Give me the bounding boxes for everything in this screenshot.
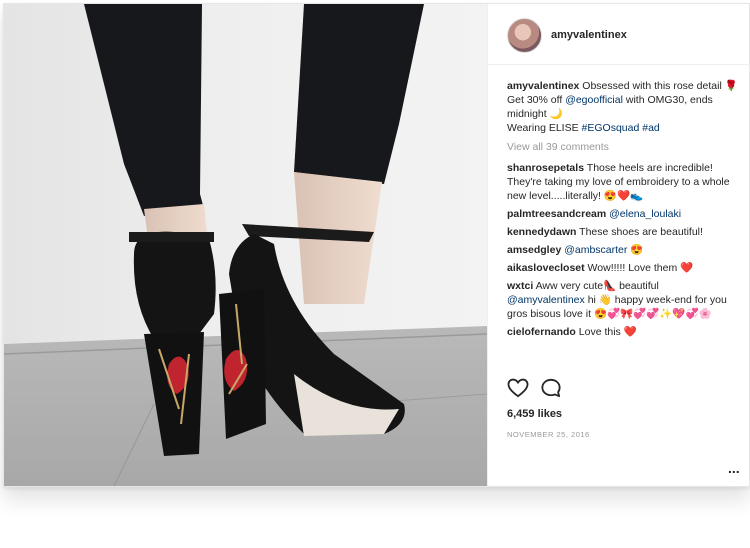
caption-hashtag-ad[interactable]: #ad (642, 122, 660, 134)
caption: amyvalentinex Obsessed with this rose de… (507, 79, 738, 135)
comment-text-after: 😍 (627, 244, 644, 256)
comments-section: amyvalentinex Obsessed with this rose de… (488, 65, 750, 339)
instagram-post-card: amyvalentinex amyvalentinex Obsessed wit… (3, 3, 750, 487)
comment-username[interactable]: wxtci (507, 280, 533, 292)
comment: aikaslovecloset Wow!!!!! Love them ❤️ (507, 261, 738, 275)
post-sidebar: amyvalentinex amyvalentinex Obsessed wit… (487, 4, 750, 486)
caption-text-3: Wearing ELISE (507, 122, 582, 134)
comment: wxtci Aww very cute👠 beautiful @amyvalen… (507, 279, 738, 321)
comment-username[interactable]: cielofernando (507, 326, 576, 338)
caption-hashtag-egosquad[interactable]: #EGOsquad (582, 122, 640, 134)
comment-text: Love this ❤️ (575, 326, 637, 338)
post-photo[interactable] (4, 4, 487, 486)
likes-count[interactable]: 6,459 likes (507, 408, 562, 420)
comment: amsedgley @ambscarter 😍 (507, 243, 738, 257)
comment-mention[interactable]: @amyvalentinex (507, 294, 585, 306)
caption-mention[interactable]: @egoofficial (565, 94, 623, 106)
comment-bubble-icon[interactable] (540, 378, 562, 398)
comment-mention[interactable]: @elena_loulaki (609, 208, 681, 220)
comment-username[interactable]: shanrosepetals (507, 162, 584, 174)
heels-photo-illustration (4, 4, 487, 486)
caption-username[interactable]: amyvalentinex (507, 80, 579, 92)
heart-icon[interactable] (507, 378, 529, 398)
comment-text: Wow!!!!! Love them ❤️ (584, 262, 694, 274)
comment: shanrosepetals Those heels are incredibl… (507, 161, 738, 203)
comment: cielofernando Love this ❤️ (507, 325, 738, 339)
comment-username[interactable]: aikaslovecloset (507, 262, 585, 274)
comment: kennedydawn These shoes are beautiful! (507, 225, 738, 239)
comment-text: These shoes are beautiful! (576, 226, 703, 238)
comment-username[interactable]: palmtreesandcream (507, 208, 606, 220)
post-header: amyvalentinex (488, 4, 750, 65)
more-options-icon[interactable]: ... (728, 460, 740, 476)
comment-text: Aww very cute👠 beautiful (533, 280, 659, 292)
comment: palmtreesandcream @elena_loulaki (507, 207, 738, 221)
post-author-username[interactable]: amyvalentinex (551, 29, 627, 41)
comment-mention[interactable]: @ambscarter (564, 244, 627, 256)
comment-username[interactable]: kennedydawn (507, 226, 576, 238)
post-date: NOVEMBER 25, 2016 (507, 430, 590, 439)
view-all-comments-link[interactable]: View all 39 comments (507, 140, 738, 154)
avatar[interactable] (507, 18, 542, 53)
comment-username[interactable]: amsedgley (507, 244, 561, 256)
